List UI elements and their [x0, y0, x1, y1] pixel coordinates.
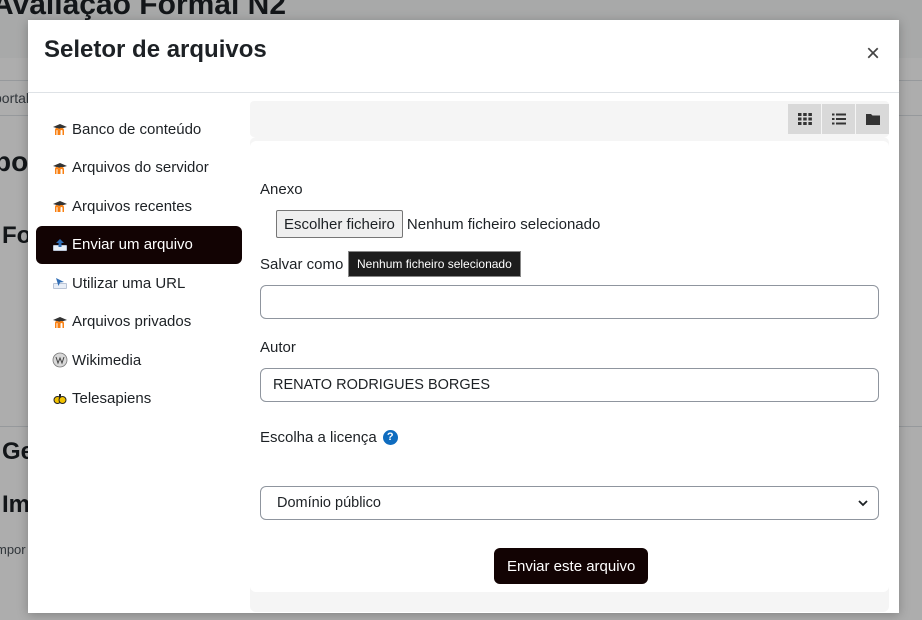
grid-view-button[interactable] — [788, 104, 821, 134]
repository-item-utilizar-uma-url[interactable]: Utilizar uma URL — [36, 264, 242, 302]
attachment-label: Anexo — [260, 181, 303, 198]
telesapiens-icon — [53, 393, 67, 404]
upload-file-button[interactable]: Enviar este arquivo — [494, 548, 649, 584]
repository-item-arquivos-do-servidor[interactable]: Arquivos do servidor — [36, 149, 242, 187]
wikimedia-icon — [52, 352, 68, 368]
file-input: Escolher ficheiro Nenhum ficheiro seleci… — [276, 210, 600, 238]
view-switcher — [787, 104, 889, 134]
save-as-input[interactable] — [260, 285, 879, 319]
moodle-icon — [53, 162, 67, 174]
repository-label: Banco de conteúdo — [72, 120, 202, 138]
repository-label: Wikimedia — [72, 351, 142, 369]
modal-header: Seletor de arquivos × — [28, 20, 899, 93]
repository-label: Utilizar uma URL — [72, 274, 186, 292]
folder-view-button[interactable] — [856, 104, 889, 134]
author-input[interactable]: RENATO RODRIGUES BORGES — [260, 368, 879, 402]
repository-label: Arquivos privados — [72, 313, 192, 330]
save-as-label: Salvar como — [260, 256, 344, 273]
license-select[interactable]: Domínio público — [260, 486, 879, 520]
close-button[interactable]: × — [861, 42, 885, 66]
modal-title: Seletor de arquivos — [44, 36, 267, 63]
author-label: Autor — [260, 339, 296, 356]
repository-label: Telesapiens — [72, 390, 152, 407]
repository-item-arquivos-recentes[interactable]: Arquivos recentes — [36, 187, 242, 225]
license-label-row: Escolha a licença? — [260, 429, 398, 446]
upload-icon — [53, 238, 67, 251]
repository-item-banco-de-conteudo[interactable]: Banco de conteúdo — [36, 110, 242, 148]
file-input-tooltip: Nenhum ficheiro selecionado — [348, 251, 521, 277]
folder-view-icon — [865, 114, 880, 125]
file-picker-modal: Seletor de arquivos × Banco de conteúdo … — [28, 20, 899, 613]
repository-list: Banco de conteúdo Arquivos do servidor A… — [36, 110, 242, 418]
repository-label: Arquivos do servidor — [72, 159, 209, 176]
file-picker-toolbar — [250, 101, 889, 137]
license-label: Escolha a licença — [260, 429, 377, 446]
list-view-icon — [831, 113, 846, 125]
url-icon — [53, 278, 67, 289]
no-file-selected-text: Nenhum ficheiro selecionado — [406, 215, 601, 233]
upload-form: Anexo Escolher ficheiro Nenhum ficheiro … — [250, 141, 889, 592]
chevron-down-icon — [858, 500, 868, 507]
choose-file-button[interactable]: Escolher ficheiro — [276, 210, 403, 238]
repository-label: Enviar um arquivo — [72, 236, 193, 253]
moodle-icon — [53, 124, 67, 135]
list-view-button[interactable] — [822, 104, 855, 134]
repository-item-wikimedia[interactable]: Wikimedia — [36, 341, 242, 379]
grid-view-icon — [797, 113, 812, 125]
moodle-icon — [53, 316, 67, 328]
repository-item-arquivos-privados[interactable]: Arquivos privados — [36, 303, 242, 341]
moodle-icon — [53, 201, 67, 212]
repository-item-telesapiens[interactable]: Telesapiens — [36, 380, 242, 418]
help-icon[interactable]: ? — [382, 429, 398, 445]
repository-label: Arquivos recentes — [72, 197, 193, 215]
repository-item-enviar-um-arquivo[interactable]: Enviar um arquivo — [36, 225, 242, 264]
license-selected-value: Domínio público — [277, 495, 381, 511]
